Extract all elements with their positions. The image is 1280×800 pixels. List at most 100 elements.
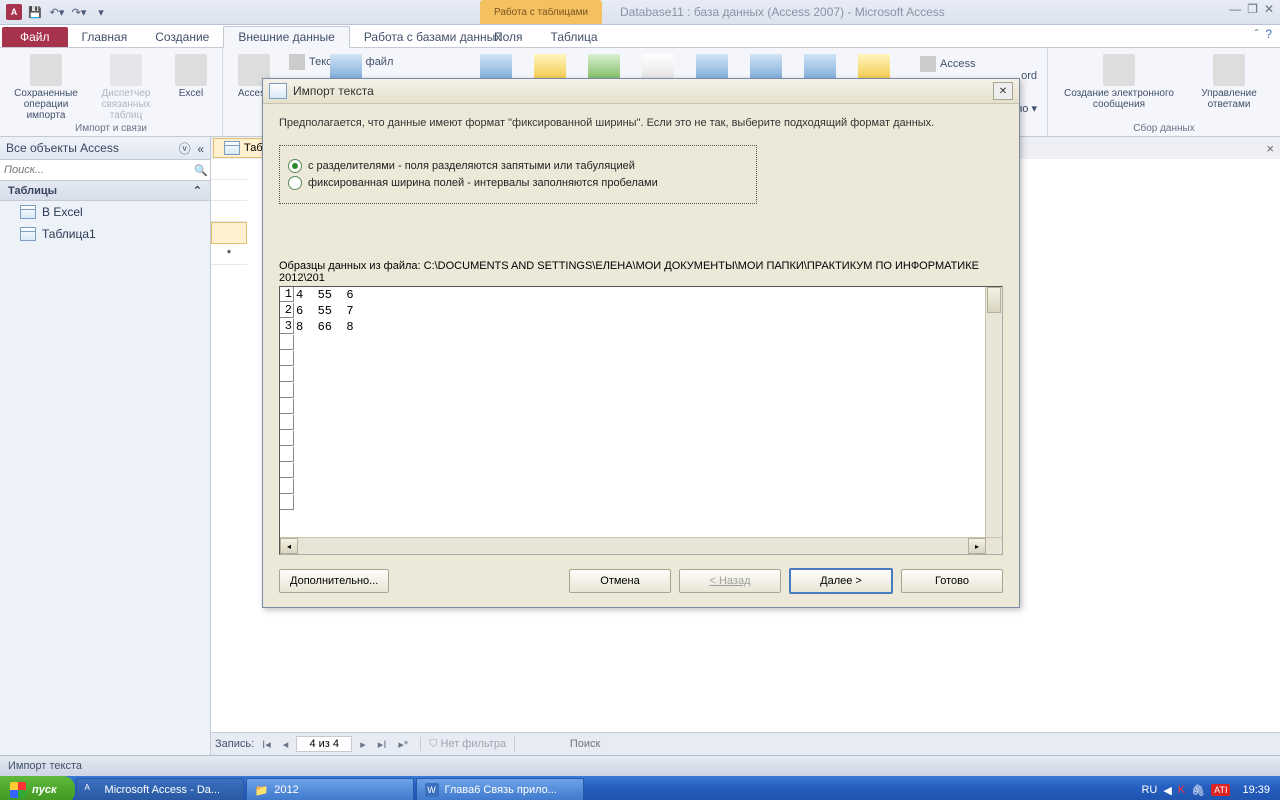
manage-replies-button[interactable]: Управление ответами bbox=[1189, 50, 1269, 110]
ribbon-right-groups: ord ьно ▾ Создание электронного сообщени… bbox=[1010, 48, 1280, 136]
language-indicator[interactable]: RU bbox=[1141, 784, 1157, 796]
record-position-input[interactable] bbox=[296, 736, 352, 752]
dialog-titlebar: Импорт текста ✕ bbox=[263, 79, 1019, 104]
first-record-button[interactable]: I◂ bbox=[258, 738, 275, 751]
taskbar-item-folder[interactable]: 📁2012 bbox=[246, 778, 414, 800]
table-icon bbox=[20, 227, 36, 241]
line-number: 2 bbox=[280, 303, 294, 318]
dialog-button-row: Дополнительно... Отмена < Назад Далее > … bbox=[263, 563, 1019, 607]
new-record-button[interactable]: ▸* bbox=[394, 738, 412, 751]
table-icon bbox=[20, 205, 36, 219]
dialog-title: Импорт текста bbox=[293, 84, 374, 98]
row-selector-active[interactable] bbox=[211, 222, 247, 244]
radio-icon bbox=[288, 159, 302, 173]
record-search-input[interactable] bbox=[523, 737, 647, 751]
context-tabs: Поля Таблица bbox=[480, 27, 612, 47]
qat-customize-icon[interactable]: ▾ bbox=[92, 3, 110, 21]
folder-icon: 📁 bbox=[255, 784, 269, 797]
row-selector[interactable] bbox=[211, 201, 247, 222]
minimize-ribbon-icon[interactable]: ˆ bbox=[1255, 27, 1259, 41]
tray-icon[interactable]: K bbox=[1178, 784, 1185, 796]
file-tab[interactable]: Файл bbox=[2, 27, 68, 47]
next-record-button[interactable]: ▸ bbox=[356, 738, 370, 751]
nav-item-table1[interactable]: Таблица1 bbox=[0, 223, 210, 245]
taskbar-item-access[interactable]: AMicrosoft Access - Da... bbox=[76, 778, 244, 800]
app-logo-icon[interactable]: A bbox=[6, 4, 22, 20]
ribbon-tabs: Файл Главная Создание Внешние данные Раб… bbox=[0, 25, 1280, 48]
search-icon[interactable]: 🔍 bbox=[192, 164, 210, 177]
radio-icon bbox=[288, 176, 302, 190]
import-text-dialog: Импорт текста ✕ Предполагается, что данн… bbox=[262, 78, 1020, 608]
navigation-pane: Все объекты Access ⓥ « 🔍 Таблицы ⌃ В Exc… bbox=[0, 137, 211, 755]
tab-create[interactable]: Создание bbox=[141, 27, 223, 47]
collapse-icon[interactable]: ⌃ bbox=[193, 184, 202, 197]
last-record-button[interactable]: ▸I bbox=[374, 738, 391, 751]
redo-icon[interactable]: ↷▾ bbox=[70, 3, 88, 21]
nav-collapse-icon[interactable]: ⓥ « bbox=[179, 140, 204, 157]
row-selector[interactable] bbox=[211, 180, 247, 201]
no-filter-label: ⛉ Нет фильтра bbox=[429, 738, 506, 751]
advanced-button[interactable]: Дополнительно... bbox=[279, 569, 389, 593]
row-selector-new[interactable]: * bbox=[211, 244, 247, 265]
nav-search-input[interactable] bbox=[0, 162, 192, 178]
ribbon-group-label: Импорт и связи bbox=[75, 123, 147, 134]
windows-flag-icon bbox=[10, 782, 26, 798]
radio-delimited[interactable]: с разделителями - поля разделяются запят… bbox=[288, 159, 748, 173]
scroll-left-button[interactable]: ◂ bbox=[280, 538, 298, 554]
create-email-button[interactable]: Создание электронного сообщения bbox=[1059, 50, 1179, 110]
nav-header-label: Все объекты Access bbox=[6, 141, 119, 155]
tab-external-data[interactable]: Внешние данные bbox=[223, 26, 350, 48]
next-button[interactable]: Далее > bbox=[789, 568, 893, 594]
prev-record-button[interactable]: ◂ bbox=[279, 738, 293, 751]
nav-item-excel[interactable]: В Excel bbox=[0, 201, 210, 223]
linked-table-manager-button: Диспетчер связанных таблиц bbox=[91, 50, 161, 121]
quick-access-toolbar: A 💾 ↶▾ ↷▾ ▾ bbox=[0, 3, 110, 21]
ribbon-group-import: Сохраненные операции импорта Диспетчер с… bbox=[0, 48, 223, 136]
saved-imports-button[interactable]: Сохраненные операции импорта bbox=[11, 50, 81, 121]
taskbar-item-word[interactable]: WГлава6 Связь прило... bbox=[416, 778, 584, 800]
scroll-right-button[interactable]: ▸ bbox=[968, 538, 986, 554]
ribbon-group-collect-label: Сбор данных bbox=[1133, 123, 1194, 134]
undo-icon[interactable]: ↶▾ bbox=[48, 3, 66, 21]
start-button[interactable]: пуск bbox=[0, 776, 75, 800]
nav-category-tables[interactable]: Таблицы ⌃ bbox=[0, 181, 210, 201]
finish-button[interactable]: Готово bbox=[901, 569, 1003, 593]
system-tray: RU ◀ K 🖇 ATI 19:39 bbox=[1141, 784, 1276, 797]
export-access-button[interactable]: Access bbox=[920, 56, 975, 72]
sample-cell: 8 66 8 bbox=[294, 320, 354, 334]
horizontal-scrollbar[interactable]: ◂ ▸ bbox=[280, 537, 1002, 554]
import-excel-button[interactable]: Excel bbox=[171, 50, 211, 99]
tab-table[interactable]: Таблица bbox=[537, 27, 612, 47]
minimize-icon[interactable]: ― bbox=[1229, 2, 1241, 16]
nav-header[interactable]: Все объекты Access ⓥ « bbox=[0, 137, 210, 160]
line-number: 3 bbox=[280, 319, 294, 334]
restore-icon[interactable]: ❐ bbox=[1247, 2, 1258, 16]
back-button: < Назад bbox=[679, 569, 781, 593]
row-selector-column: * bbox=[211, 159, 248, 733]
cancel-button[interactable]: Отмена bbox=[569, 569, 671, 593]
record-label: Запись: bbox=[215, 738, 254, 750]
clock[interactable]: 19:39 bbox=[1236, 784, 1276, 796]
tray-icon[interactable]: 🖇 bbox=[1191, 784, 1205, 797]
scrollbar-thumb[interactable] bbox=[987, 287, 1001, 313]
tab-home[interactable]: Главная bbox=[68, 27, 142, 47]
radio-fixed-width[interactable]: фиксированная ширина полей - интервалы з… bbox=[288, 176, 748, 190]
window-title: Database11 : база данных (Access 2007) -… bbox=[620, 5, 945, 19]
tray-icon[interactable]: ◀ bbox=[1163, 784, 1171, 797]
help-icon[interactable]: ? bbox=[1265, 27, 1272, 41]
row-selector[interactable] bbox=[211, 159, 247, 180]
radio-fixed-label: фиксированная ширина полей - интервалы з… bbox=[308, 177, 658, 189]
table-icon bbox=[224, 141, 240, 155]
dialog-icon bbox=[269, 83, 287, 99]
close-icon[interactable]: ✕ bbox=[1264, 2, 1274, 16]
dialog-close-button[interactable]: ✕ bbox=[993, 82, 1013, 100]
nav-category-label: Таблицы bbox=[8, 185, 57, 197]
radio-delimited-label: с разделителями - поля разделяются запят… bbox=[308, 160, 635, 172]
save-icon[interactable]: 💾 bbox=[26, 3, 44, 21]
status-text: Импорт текста bbox=[8, 760, 82, 772]
ribbon-group-collect: Создание электронного сообщения Управлен… bbox=[1048, 48, 1280, 136]
tab-fields[interactable]: Поля bbox=[480, 27, 537, 47]
vertical-scrollbar[interactable] bbox=[985, 287, 1002, 538]
tray-ati-icon[interactable]: ATI bbox=[1211, 784, 1230, 796]
close-document-icon[interactable]: × bbox=[1266, 141, 1274, 156]
